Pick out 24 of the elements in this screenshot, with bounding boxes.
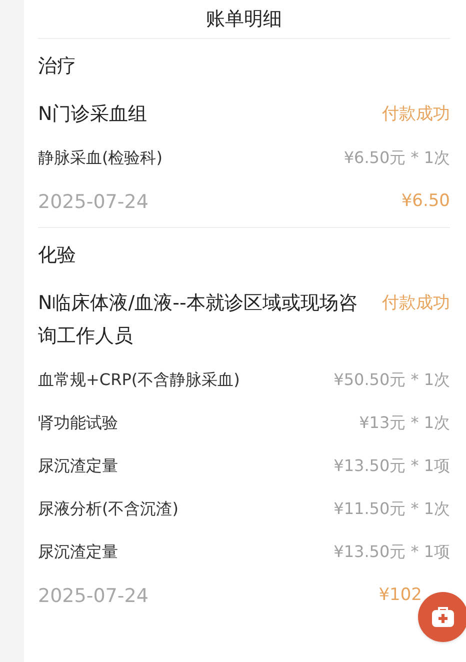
item-price: ¥11.50元 * 1次	[334, 498, 450, 520]
bill-date: 2025-07-24	[38, 190, 148, 215]
item-name: 尿液分析(不含沉渣)	[38, 498, 178, 520]
bill-total: ¥6.50	[401, 190, 450, 214]
item-name: 尿沉渣定量	[38, 540, 118, 562]
group-name: N临床体液/血液--本就诊区域或现场咨询工作人员	[38, 291, 358, 349]
section-title: 化验	[38, 242, 76, 268]
item-name: 静脉采血(检验科)	[38, 146, 162, 168]
item-name: 血常规+CRP(不含静脉采血)	[38, 368, 240, 390]
bill-date: 2025-07-24	[38, 584, 148, 609]
item-price: ¥50.50元 * 1次	[334, 368, 450, 390]
section-title: 治疗	[38, 54, 76, 79]
item-price: ¥6.50元 * 1次	[344, 146, 450, 168]
item-price: ¥13元 * 1次	[359, 412, 450, 434]
payment-status: 付款成功	[382, 103, 450, 126]
medical-kit-icon	[430, 605, 456, 629]
item-name: 尿沉渣定量	[38, 454, 118, 476]
group-name: N门诊采血组	[38, 102, 148, 127]
page-title: 账单明细	[206, 6, 282, 32]
item-name: 肾功能试验	[38, 412, 118, 434]
payment-status: 付款成功	[382, 292, 450, 315]
bill-total: ¥102	[378, 584, 422, 608]
item-price: ¥13.50元 * 1项	[334, 454, 450, 476]
item-price: ¥13.50元 * 1项	[334, 540, 450, 562]
